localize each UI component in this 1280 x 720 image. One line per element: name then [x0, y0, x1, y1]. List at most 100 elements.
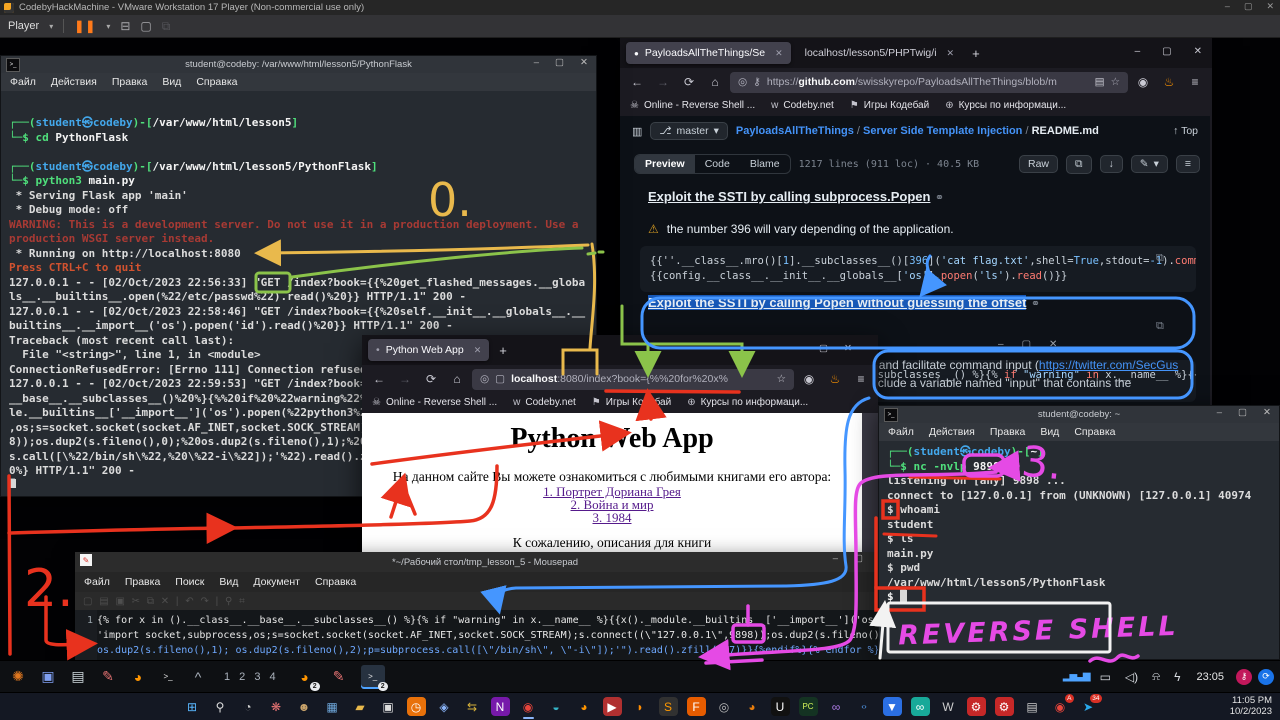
readme-heading-subprocess-popen[interactable]: Exploit the SSTI by calling subprocess.P…	[648, 189, 930, 204]
firefox-icon[interactable]: ◕	[575, 697, 594, 716]
pause-vm-button[interactable]: ❚❚	[74, 19, 96, 33]
window-close-button[interactable]: ✕	[580, 57, 588, 68]
launcher-files[interactable]: ▤	[66, 665, 90, 689]
back-icon[interactable]: ←	[626, 75, 648, 89]
extension-icon[interactable]: ♨	[1158, 75, 1180, 89]
camtasia-icon[interactable]: ∞	[911, 697, 930, 716]
menu-icon[interactable]: ≡	[850, 372, 872, 386]
bookmark-item[interactable]: ☠Online - Reverse Shell ...	[630, 100, 755, 111]
window-maximize-button[interactable]: ▢	[1238, 407, 1247, 418]
back-to-top-link[interactable]: ↑ Top	[1173, 125, 1198, 137]
task-mousepad[interactable]: ✎	[327, 665, 351, 689]
bookmark-item[interactable]: ⚑Игры Кодебай	[592, 397, 671, 408]
bookmark-item[interactable]: ⚑Игры Кодебай	[850, 100, 929, 111]
chrome-profile-icon[interactable]: ◉A	[1051, 697, 1070, 716]
tab-close-icon[interactable]: ✕	[474, 345, 482, 356]
blender-icon[interactable]: ◕	[743, 697, 762, 716]
tab-payloadsallthethings[interactable]: ● PayloadsAllTheThings/Se ✕	[626, 42, 791, 64]
home-icon[interactable]: ⌂	[704, 75, 726, 89]
menu-item[interactable]: Действия	[51, 76, 97, 88]
shield-icon[interactable]: ◎	[480, 373, 489, 385]
printer-app-icon[interactable]: ▤	[1023, 697, 1042, 716]
bookmark-item[interactable]: wCodeby.net	[771, 100, 834, 111]
bookmark-item[interactable]: ☠Online - Reverse Shell ...	[372, 397, 497, 408]
menu-item[interactable]: Поиск	[175, 576, 204, 588]
breadcrumb-folder[interactable]: Server Side Template Injection	[863, 125, 1022, 137]
window-minimize-button[interactable]: –	[798, 343, 803, 354]
window-close-button[interactable]: ✕	[1263, 407, 1271, 418]
display-tray-icon[interactable]: ▭	[1100, 670, 1111, 684]
telegram-icon[interactable]: ➤34	[1079, 697, 1098, 716]
pause-caret-icon[interactable]: ▾	[106, 22, 110, 31]
menu-item[interactable]: Вид	[219, 576, 238, 588]
menu-item[interactable]: Файл	[888, 426, 914, 438]
breadcrumb-repo[interactable]: PayloadsAllTheThings	[736, 125, 854, 137]
host-clock[interactable]: 11:05 PM 10/2/2023	[1230, 695, 1272, 717]
extension-icon[interactable]: ♨	[824, 372, 846, 386]
window-maximize-button[interactable]: ▢	[819, 343, 828, 354]
menu-item[interactable]: Справка	[1074, 426, 1115, 438]
task-firefox[interactable]: ◕2	[293, 665, 317, 689]
background-maximize-button[interactable]: ▢	[1022, 339, 1031, 350]
edit-icon[interactable]: ✎▾	[1131, 155, 1168, 173]
f-book-icon[interactable]: F	[687, 697, 706, 716]
notes-app-icon[interactable]: ▣	[379, 697, 398, 716]
tab-localhost-phptwig[interactable]: localhost/lesson5/PHPTwig/i ✕	[797, 42, 962, 64]
mousepad-titlebar[interactable]: ✎ *~/Рабочий стол/tmp_lesson_5 - Mousepa…	[75, 552, 895, 572]
menu-item[interactable]: Правка	[112, 76, 147, 88]
back-icon[interactable]: ←	[368, 372, 390, 386]
panel-expand-caret[interactable]: ^	[186, 665, 210, 689]
menu-item[interactable]: Справка	[315, 576, 356, 588]
unreal-icon[interactable]: U	[771, 697, 790, 716]
forward-icon[interactable]: →	[394, 372, 416, 386]
vm-clock[interactable]: 23:05	[1196, 671, 1224, 683]
power-icon[interactable]: ϟ	[1174, 670, 1180, 684]
calendar-app-icon[interactable]: ▦	[323, 697, 342, 716]
outline-icon[interactable]: ≡	[1176, 155, 1200, 173]
url-bar[interactable]: ◎ ⚷ https://github.com/swisskyrepo/Paylo…	[730, 72, 1128, 93]
copy-code-icon[interactable]: ⧉	[1156, 252, 1202, 265]
menu-item[interactable]: Файл	[84, 576, 110, 588]
window-minimize-button[interactable]: –	[1135, 46, 1141, 57]
bookmark-star-icon[interactable]: ☆	[777, 373, 786, 385]
arrows-app-icon[interactable]: ⇆	[463, 697, 482, 716]
gear-red-icon[interactable]: ⚙	[967, 697, 986, 716]
raw-button[interactable]: Raw	[1019, 155, 1058, 173]
launcher-mousepad[interactable]: ✎	[96, 665, 120, 689]
fullscreen-icon[interactable]: ▢	[140, 19, 151, 33]
book-link[interactable]: 3. 1984	[362, 511, 862, 524]
bookmark-item[interactable]: wCodeby.net	[513, 397, 576, 408]
menu-item[interactable]: Правка	[990, 426, 1025, 438]
task-terminal[interactable]: >_2	[361, 665, 385, 689]
start-button[interactable]: ⊞	[183, 697, 202, 716]
virtualbox-icon[interactable]: ◈	[435, 697, 454, 716]
new-tab-button[interactable]: +	[499, 343, 507, 358]
menu-item[interactable]: Правка	[125, 576, 160, 588]
shield-icon[interactable]: ◎	[738, 76, 747, 88]
reader-view-icon[interactable]: ▤	[1095, 76, 1105, 88]
menu-item[interactable]: Справка	[196, 76, 237, 88]
maps-pin-icon[interactable]: ▼	[883, 697, 902, 716]
background-minimize-button[interactable]: –	[998, 339, 1004, 350]
workspace-switcher[interactable]: 1 2 3 4	[224, 671, 279, 683]
window-maximize-button[interactable]: ▢	[854, 553, 863, 564]
edge-icon[interactable]: ◒	[547, 697, 566, 716]
file-explorer-icon[interactable]: ▰	[351, 697, 370, 716]
bookmark-star-icon[interactable]: ☆	[1111, 76, 1120, 88]
tab-preview[interactable]: Preview	[635, 155, 695, 173]
url-bar[interactable]: ◎ ▢ localhost:8080/index?book={%%20for%2…	[472, 369, 794, 390]
tab-python-web-app[interactable]: • Python Web App ✕	[368, 339, 489, 361]
window-minimize-button[interactable]: –	[534, 57, 539, 68]
branch-button[interactable]: ⎇ master ▾	[650, 122, 727, 140]
media-app-icon[interactable]: ▶	[603, 697, 622, 716]
menu-item[interactable]: Действия	[929, 426, 975, 438]
heading-link-icon[interactable]: ⚭	[935, 192, 944, 204]
window-close-button[interactable]: ✕	[844, 343, 852, 354]
pocket-icon[interactable]: ◉	[798, 372, 820, 386]
sublime-icon[interactable]: S	[659, 697, 678, 716]
bookmark-item[interactable]: ⊕Курсы по информаци...	[945, 100, 1066, 111]
menu-item[interactable]: Файл	[10, 76, 36, 88]
wings-app-icon[interactable]: W	[939, 697, 958, 716]
clock-app-icon[interactable]: ◷	[407, 697, 426, 716]
home-icon[interactable]: ⌂	[446, 372, 468, 386]
